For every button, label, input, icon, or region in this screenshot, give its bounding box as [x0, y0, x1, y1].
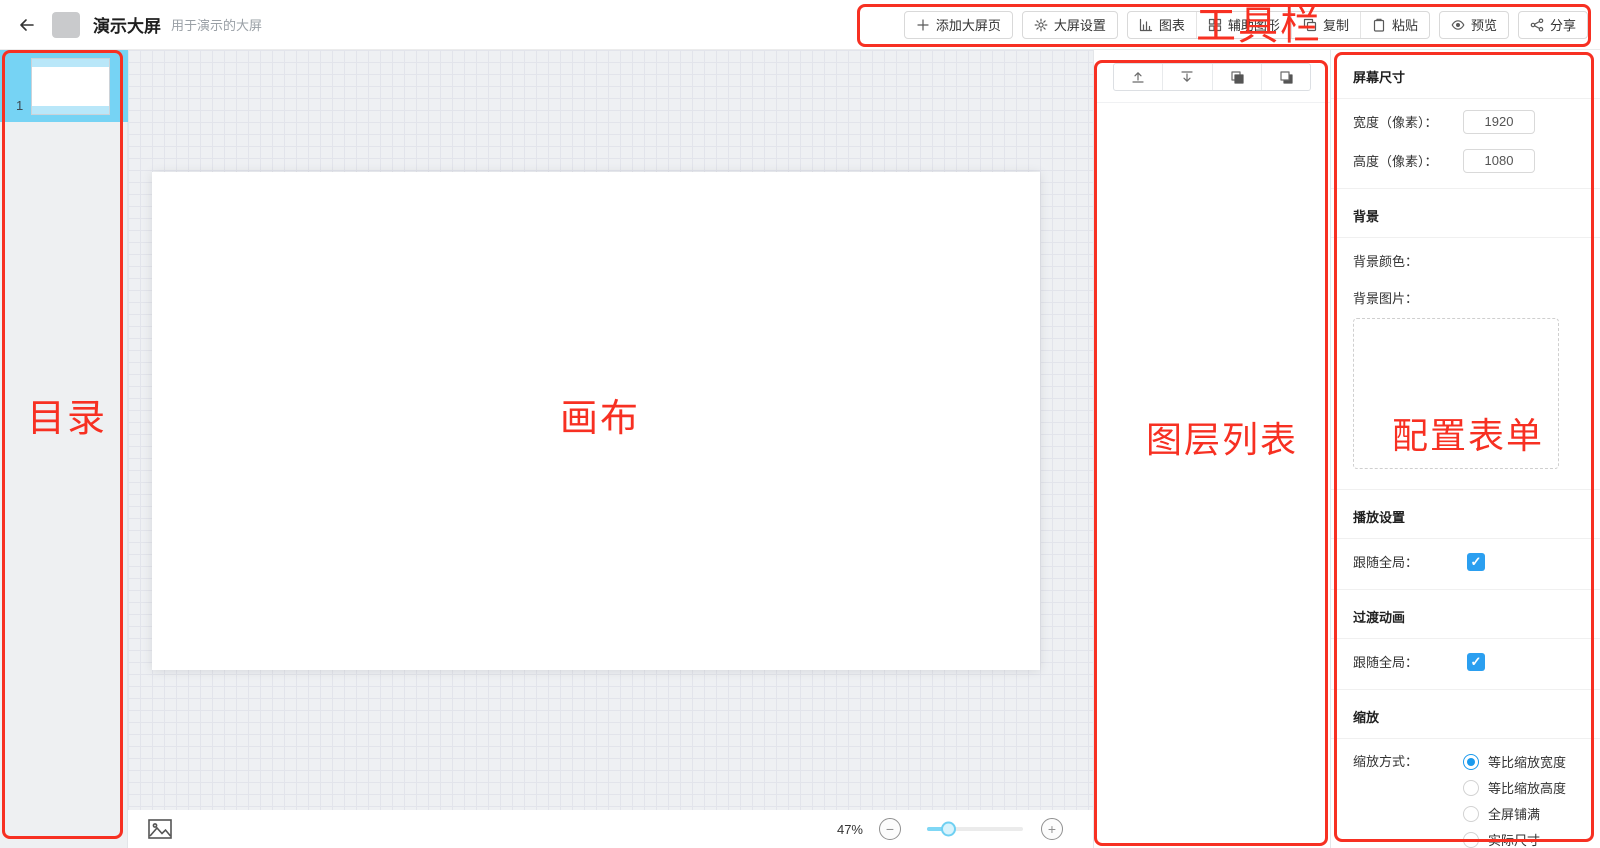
paste-label: 粘贴	[1392, 15, 1418, 34]
width-input[interactable]	[1463, 110, 1535, 134]
section-screen-size: 宽度（像素）： 高度（像素）：	[1331, 99, 1600, 189]
background-image-upload-box[interactable]	[1353, 318, 1559, 469]
bar-chart-icon	[1139, 18, 1153, 32]
section-title-transition: 过渡动画	[1331, 590, 1600, 639]
send-backward-icon	[1278, 69, 1294, 85]
move-to-top-icon	[1130, 69, 1146, 85]
zoom-slider-knob[interactable]	[941, 822, 956, 837]
send-backward-button[interactable]	[1261, 64, 1310, 90]
width-label: 宽度（像素）：	[1353, 112, 1463, 131]
minimap-toggle-button[interactable]	[148, 819, 172, 839]
aux-shapes-button[interactable]: 辅助图形	[1196, 12, 1291, 38]
thumbnail-band	[32, 106, 109, 114]
plus-icon	[916, 18, 930, 32]
radio-option-scale-height[interactable]: 等比缩放高度	[1463, 777, 1566, 798]
page-title: 演示大屏	[93, 12, 161, 37]
background-image-label: 背景图片：	[1353, 288, 1463, 307]
zoom-in-button[interactable]: +	[1041, 818, 1063, 840]
section-background: 背景颜色： 背景图片：	[1331, 238, 1600, 490]
copy-button[interactable]: 复制	[1291, 12, 1360, 38]
clipboard-icon	[1372, 18, 1386, 32]
section-title-background: 背景	[1331, 189, 1600, 238]
radio-icon-checked	[1463, 754, 1479, 770]
back-button[interactable]	[14, 12, 40, 38]
preview-label: 预览	[1471, 15, 1497, 34]
radio-icon	[1463, 780, 1479, 796]
layer-order-toolbar	[1113, 63, 1311, 91]
scale-mode-label: 缩放方式：	[1353, 751, 1463, 770]
shapes-grid-icon	[1208, 18, 1222, 32]
section-play-settings: 跟随全局： ✓	[1331, 539, 1600, 590]
background-color-label: 背景颜色：	[1353, 251, 1463, 270]
thumbnail-band	[32, 59, 109, 67]
zoom-percent: 47%	[837, 822, 863, 837]
page-subtitle: 用于演示的大屏	[171, 15, 262, 34]
height-input[interactable]	[1463, 149, 1535, 173]
transition-follow-global-label: 跟随全局：	[1353, 652, 1463, 671]
screen-settings-label: 大屏设置	[1054, 15, 1106, 34]
zoom-out-button[interactable]: −	[879, 818, 901, 840]
arrow-left-icon	[18, 16, 36, 34]
radio-option-actual-size[interactable]: 实际尺寸	[1463, 829, 1566, 848]
radio-option-fullscreen-fill[interactable]: 全屏铺满	[1463, 803, 1566, 824]
image-icon	[148, 819, 172, 839]
zoom-controls: 47% − +	[837, 818, 1063, 840]
chart-button[interactable]: 图表	[1128, 12, 1196, 38]
play-follow-global-label: 跟随全局：	[1353, 552, 1463, 571]
header-bar: 演示大屏 用于演示的大屏 添加大屏页 大屏设置 图表	[0, 0, 1600, 50]
move-to-top-button[interactable]	[1114, 64, 1162, 90]
play-follow-global-checkbox[interactable]: ✓	[1467, 553, 1485, 571]
aux-shapes-label: 辅助图形	[1228, 15, 1280, 34]
share-icon	[1530, 18, 1544, 32]
radio-option-label: 等比缩放宽度	[1488, 752, 1566, 771]
canvas-area[interactable]: 47% − +	[128, 50, 1093, 848]
move-to-bottom-button[interactable]	[1162, 64, 1211, 90]
check-icon: ✓	[1471, 555, 1482, 568]
copy-icon	[1303, 18, 1317, 32]
page-list-item[interactable]: 1	[0, 50, 128, 122]
scale-mode-radio-group: 等比缩放宽度 等比缩放高度 全屏铺满 实际尺寸	[1463, 751, 1566, 848]
section-title-screen-size: 屏幕尺寸	[1331, 50, 1600, 99]
canvas-page[interactable]	[152, 172, 1040, 670]
bring-forward-button[interactable]	[1212, 64, 1261, 90]
app-logo	[52, 12, 80, 38]
paste-button[interactable]: 粘贴	[1360, 12, 1429, 38]
eye-icon	[1451, 18, 1465, 32]
radio-option-label: 全屏铺满	[1488, 804, 1540, 823]
insert-clipboard-group: 图表 辅助图形 复制 粘贴	[1127, 11, 1430, 39]
page-catalog-sidebar: 1	[0, 50, 128, 848]
page-number: 1	[16, 98, 23, 113]
radio-icon	[1463, 832, 1479, 848]
chart-label: 图表	[1159, 15, 1185, 34]
bring-forward-icon	[1229, 69, 1245, 85]
transition-follow-global-checkbox[interactable]: ✓	[1467, 653, 1485, 671]
radio-option-label: 实际尺寸	[1488, 830, 1540, 848]
check-icon: ✓	[1471, 655, 1482, 668]
toolbar: 添加大屏页 大屏设置 图表 辅助图形	[904, 11, 1588, 39]
add-page-button[interactable]: 添加大屏页	[904, 11, 1013, 39]
preview-button[interactable]: 预览	[1439, 11, 1509, 39]
screen-settings-button[interactable]: 大屏设置	[1022, 11, 1118, 39]
gear-icon	[1034, 18, 1048, 32]
zoom-slider[interactable]	[927, 827, 1023, 831]
height-label: 高度（像素）：	[1353, 151, 1463, 170]
copy-label: 复制	[1323, 15, 1349, 34]
section-scale: 缩放方式： 等比缩放宽度 等比缩放高度 全屏铺满 实际尺寸	[1331, 739, 1600, 848]
layer-panel-divider	[1094, 102, 1330, 103]
share-label: 分享	[1550, 15, 1576, 34]
page-thumbnail	[31, 58, 110, 115]
share-button[interactable]: 分享	[1518, 11, 1588, 39]
move-to-bottom-icon	[1179, 69, 1195, 85]
layer-list-panel	[1093, 50, 1330, 848]
section-transition: 跟随全局： ✓	[1331, 639, 1600, 690]
radio-option-scale-width[interactable]: 等比缩放宽度	[1463, 751, 1566, 772]
radio-option-label: 等比缩放高度	[1488, 778, 1566, 797]
add-page-label: 添加大屏页	[936, 15, 1001, 34]
canvas-bottom-bar: 47% − +	[128, 810, 1093, 848]
config-form-panel: 屏幕尺寸 宽度（像素）： 高度（像素）： 背景 背景颜色： 背景图片： 播放设置…	[1330, 50, 1600, 848]
section-title-play-settings: 播放设置	[1331, 490, 1600, 539]
section-title-scale: 缩放	[1331, 690, 1600, 739]
radio-icon	[1463, 806, 1479, 822]
